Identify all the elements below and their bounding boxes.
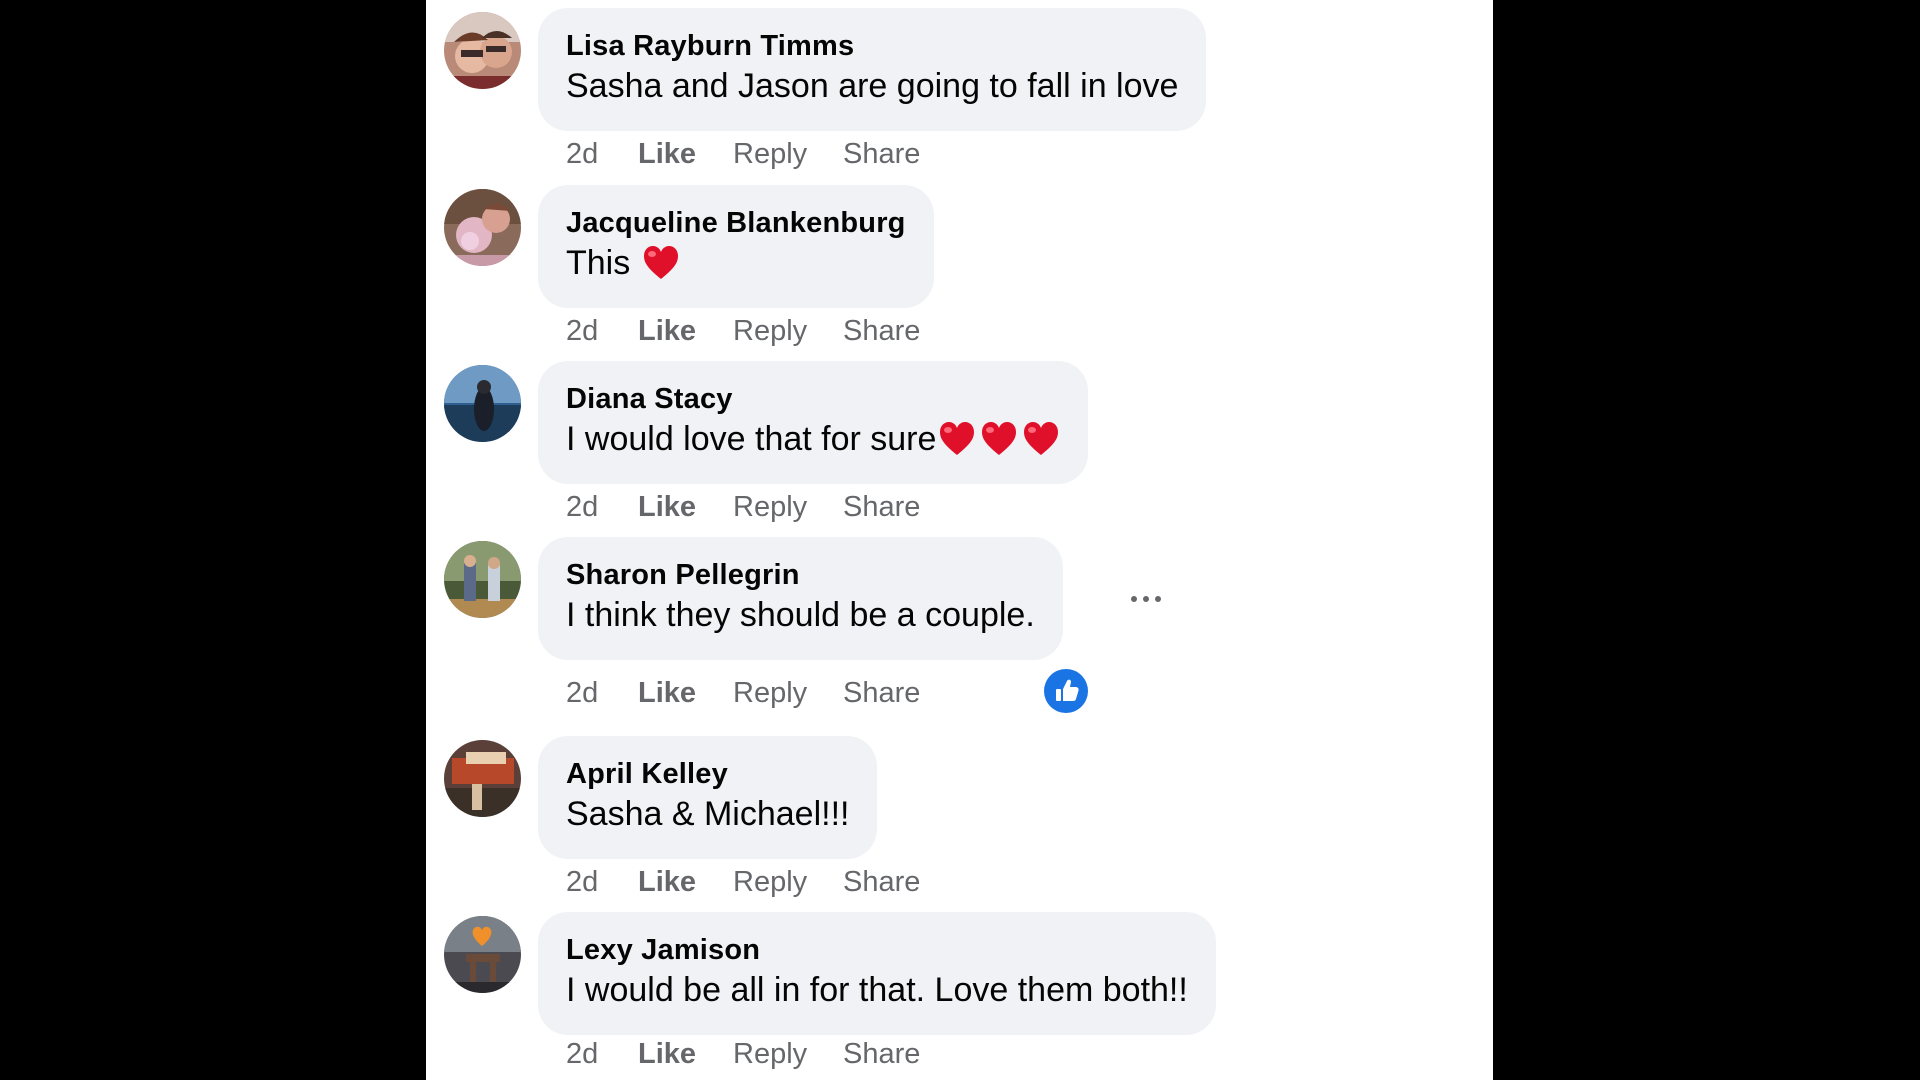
like-button[interactable]: Like (638, 489, 696, 525)
more-options-icon[interactable] (1123, 581, 1169, 617)
comment-timestamp[interactable]: 2d (566, 1036, 598, 1072)
comment-timestamp[interactable]: 2d (566, 313, 598, 349)
like-button[interactable]: Like (638, 136, 696, 172)
reply-button[interactable]: Reply (733, 136, 807, 172)
comment-bubble: Lisa Rayburn Timms Sasha and Jason are g… (538, 8, 1207, 131)
reply-button[interactable]: Reply (733, 313, 807, 349)
comment-bubble: Sharon Pellegrin I think they should be … (538, 537, 1063, 660)
heart-emoji-icon (938, 420, 976, 458)
comment-timestamp[interactable]: 2d (566, 864, 598, 900)
heart-emoji-icon (642, 244, 680, 282)
comment-bubble: Diana Stacy I would love that for sure (538, 361, 1089, 484)
comment-text: Sasha and Jason are going to fall in lov… (566, 67, 1179, 105)
comment-author[interactable]: Diana Stacy (566, 382, 1060, 416)
thumbs-up-icon[interactable] (1044, 669, 1088, 713)
comment-author[interactable]: Jacqueline Blankenburg (566, 206, 906, 240)
comment-text: Sasha & Michael!!! (566, 795, 850, 833)
share-button[interactable]: Share (843, 675, 920, 711)
heart-emoji-icon (1022, 420, 1060, 458)
reply-button[interactable]: Reply (733, 489, 807, 525)
share-button[interactable]: Share (843, 864, 920, 900)
comment-timestamp[interactable]: 2d (566, 675, 598, 711)
comment-bubble: Jacqueline Blankenburg This (538, 185, 934, 308)
like-button[interactable]: Like (638, 864, 696, 900)
share-button[interactable]: Share (843, 1036, 920, 1072)
like-button[interactable]: Like (638, 313, 696, 349)
comment-text: I think they should be a couple. (566, 596, 1035, 634)
share-button[interactable]: Share (843, 489, 920, 525)
avatar[interactable] (444, 12, 521, 89)
comment-author[interactable]: Sharon Pellegrin (566, 558, 1035, 592)
avatar[interactable] (444, 916, 521, 993)
share-button[interactable]: Share (843, 313, 920, 349)
comments-panel: Lisa Rayburn Timms Sasha and Jason are g… (426, 0, 1493, 1080)
reply-button[interactable]: Reply (733, 1036, 807, 1072)
comment-bubble: April Kelley Sasha & Michael!!! (538, 736, 878, 859)
reply-button[interactable]: Reply (733, 864, 807, 900)
comment-author[interactable]: April Kelley (566, 757, 849, 791)
comment-text: This (566, 244, 631, 282)
avatar[interactable] (444, 740, 521, 817)
comment-text: I would love that for sure (566, 420, 937, 458)
like-button[interactable]: Like (638, 675, 696, 711)
comment-timestamp[interactable]: 2d (566, 136, 598, 172)
comment-text: I would be all in for that. Love them bo… (566, 971, 1188, 1009)
avatar[interactable] (444, 541, 521, 618)
share-button[interactable]: Share (843, 136, 920, 172)
like-button[interactable]: Like (638, 1036, 696, 1072)
comment-author[interactable]: Lisa Rayburn Timms (566, 29, 1178, 63)
avatar[interactable] (444, 365, 521, 442)
comment-author[interactable]: Lexy Jamison (566, 933, 1188, 967)
reply-button[interactable]: Reply (733, 675, 807, 711)
heart-emoji-icon (980, 420, 1018, 458)
comment-bubble: Lexy Jamison I would be all in for that.… (538, 912, 1216, 1035)
avatar[interactable] (444, 189, 521, 266)
comment-timestamp[interactable]: 2d (566, 489, 598, 525)
